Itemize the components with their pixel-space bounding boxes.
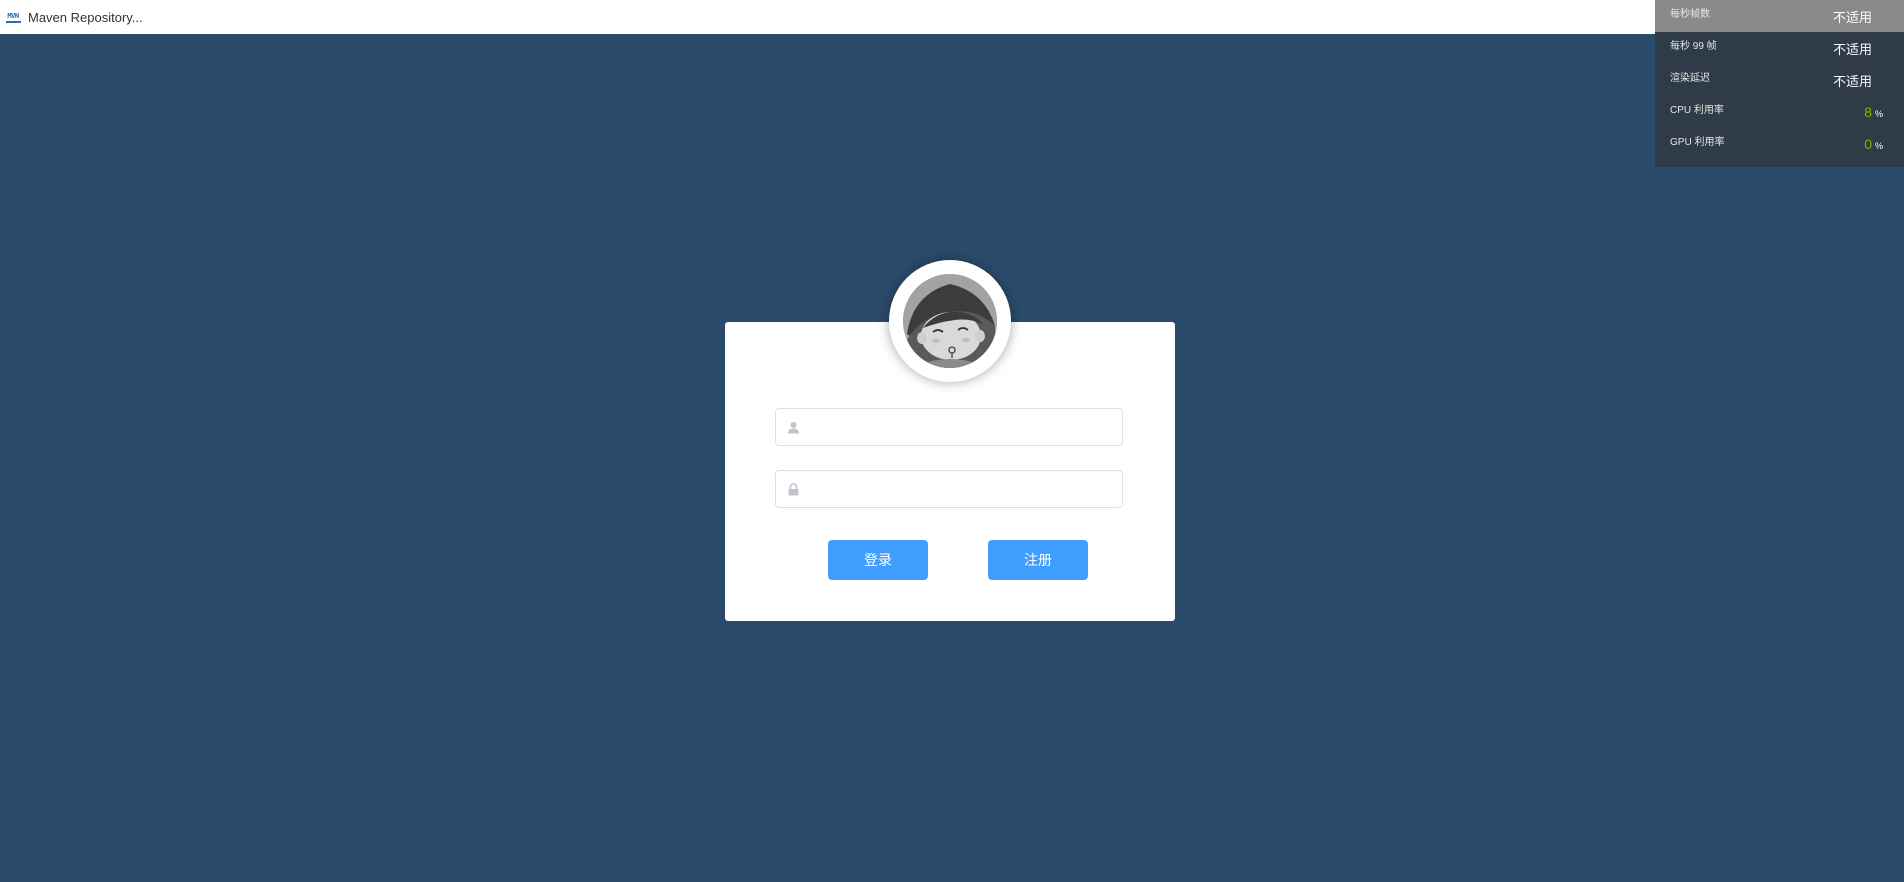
perf-value-render-latency: 不适用 <box>1832 73 1872 89</box>
maven-icon: MVN <box>5 11 21 24</box>
avatar <box>889 260 1011 382</box>
avatar-icon <box>903 274 997 368</box>
maven-icon-text: MVN <box>7 11 19 20</box>
window-title: Maven Repository... <box>28 9 143 25</box>
perf-label-render-latency: 渲染延迟 <box>1670 72 1710 84</box>
perf-value-fps: 不适用 <box>1832 9 1872 25</box>
perf-value-99-fps: 不适用 <box>1832 41 1872 57</box>
username-input[interactable] <box>810 409 1114 447</box>
perf-row-99-fps: 每秒 99 帧 不适用 <box>1655 32 1904 64</box>
perf-label-gpu: GPU 利用率 <box>1670 136 1725 148</box>
gpu-usage-number: 0 <box>1864 136 1872 152</box>
lock-icon <box>787 483 800 496</box>
cpu-usage-number: 8 <box>1864 104 1872 120</box>
performance-overlay: 每秒帧数 不适用 每秒 99 帧 不适用 渲染延迟 不适用 CPU 利用率 8%… <box>1655 0 1904 167</box>
perf-row-cpu: CPU 利用率 8% <box>1655 96 1904 128</box>
perf-row-fps: 每秒帧数 不适用 <box>1655 0 1904 32</box>
register-button[interactable]: 注册 <box>988 540 1088 580</box>
perf-value-gpu: 0% <box>1864 136 1883 152</box>
login-button[interactable]: 登录 <box>828 540 928 580</box>
password-input[interactable] <box>810 471 1114 509</box>
perf-value-cpu: 8% <box>1864 104 1883 120</box>
perf-label-cpu: CPU 利用率 <box>1670 104 1724 116</box>
gpu-usage-unit: % <box>1874 141 1883 151</box>
title-bar: MVN Maven Repository... <box>0 0 1904 34</box>
cpu-usage-unit: % <box>1874 109 1883 119</box>
username-field[interactable] <box>775 408 1123 447</box>
user-icon <box>787 421 800 434</box>
perf-row-render-latency: 渲染延迟 不适用 <box>1655 64 1904 96</box>
perf-label-99-fps: 每秒 99 帧 <box>1670 40 1717 52</box>
perf-label-fps: 每秒帧数 <box>1670 8 1710 20</box>
perf-row-gpu: GPU 利用率 0% <box>1655 128 1904 160</box>
password-field[interactable] <box>775 470 1123 509</box>
